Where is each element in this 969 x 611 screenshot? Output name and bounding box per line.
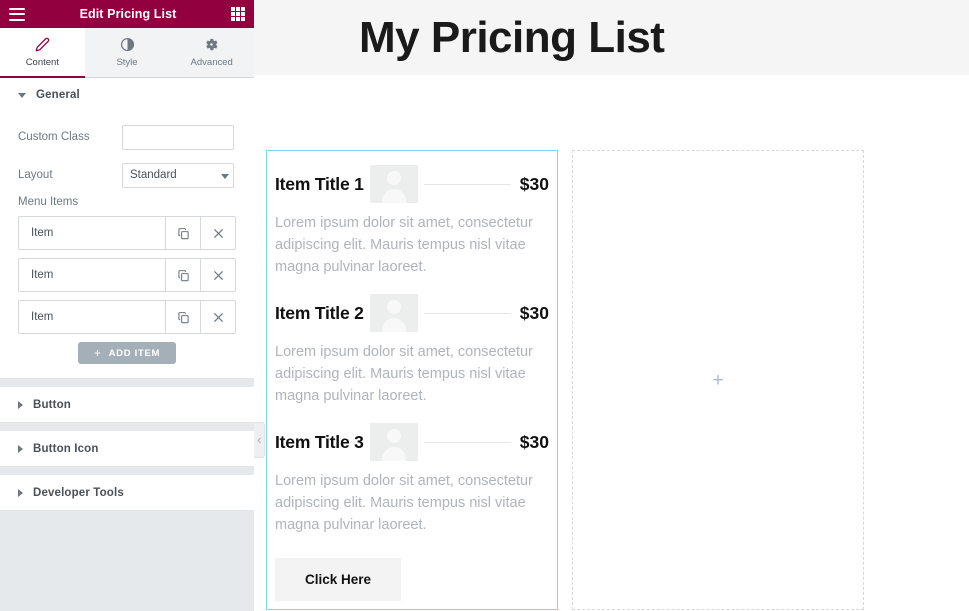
tab-style[interactable]: Style xyxy=(85,28,170,77)
section-developer-tools: Developer Tools xyxy=(0,475,254,511)
repeater-item-title[interactable]: Item xyxy=(19,259,165,291)
tab-content-label: Content xyxy=(25,57,59,68)
panel-collapse-handle[interactable] xyxy=(254,422,265,458)
empty-column[interactable]: + xyxy=(572,150,864,611)
pricing-item-title: Item Title 2 xyxy=(275,302,364,323)
pricing-item-price: $30 xyxy=(519,431,549,452)
repeater-item-2[interactable]: Item xyxy=(18,258,236,292)
panel-content-scroll[interactable]: General Custom Class Layout Standard Men… xyxy=(0,78,254,611)
chevron-right-icon xyxy=(18,400,23,409)
canvas-topbar: My Pricing List xyxy=(254,0,969,75)
repeater-item-title[interactable]: Item xyxy=(19,301,165,333)
price-separator xyxy=(423,441,511,443)
close-icon[interactable] xyxy=(200,217,235,249)
click-here-button[interactable]: Click Here xyxy=(275,558,402,602)
section-general: General Custom Class Layout Standard Men… xyxy=(0,78,254,379)
preview-canvas: My Pricing List Item Title 1 $30 Lorem i… xyxy=(254,0,969,611)
menu-items-label: Menu Items xyxy=(18,196,79,208)
tab-advanced-label: Advanced xyxy=(190,57,233,68)
page-title: My Pricing List xyxy=(359,12,665,62)
chevron-right-icon xyxy=(18,488,23,497)
duplicate-icon[interactable] xyxy=(165,217,200,249)
pricing-item-description: Lorem ipsum dolor sit amet, consectetur … xyxy=(275,344,533,405)
plus-icon: + xyxy=(93,346,102,360)
repeater-item-title[interactable]: Item xyxy=(19,217,165,249)
pricing-item-description: Lorem ipsum dolor sit amet, consectetur … xyxy=(275,473,533,534)
placeholder-avatar-image xyxy=(369,423,418,462)
tab-advanced[interactable]: Advanced xyxy=(169,28,254,77)
canvas-body: Item Title 1 $30 Lorem ipsum dolor sit a… xyxy=(254,75,969,611)
pricing-item-header: Item Title 2 $30 xyxy=(275,294,549,333)
custom-class-input[interactable] xyxy=(122,124,234,150)
tab-style-label: Style xyxy=(116,57,138,68)
section-general-body: Custom Class Layout Standard Menu Items … xyxy=(0,112,254,378)
layout-select[interactable]: Standard xyxy=(122,162,234,188)
pricing-item-description: Lorem ipsum dolor sit amet, consectetur … xyxy=(275,215,533,276)
pricing-list-widget[interactable]: Item Title 1 $30 Lorem ipsum dolor sit a… xyxy=(266,150,558,611)
pricing-item-header: Item Title 3 $30 xyxy=(275,423,549,462)
layout-label: Layout xyxy=(18,169,53,181)
pricing-item-title: Item Title 3 xyxy=(275,431,364,452)
section-button-header[interactable]: Button xyxy=(0,387,254,422)
layout-select-value: Standard xyxy=(130,169,177,181)
section-general-label: General xyxy=(36,89,80,101)
tab-content[interactable]: Content xyxy=(0,28,85,78)
chevron-down-icon xyxy=(221,173,229,179)
panel-title: Edit Pricing List xyxy=(79,7,177,21)
chevron-right-icon xyxy=(18,444,23,453)
price-separator xyxy=(423,183,511,185)
pricing-item-price: $30 xyxy=(519,302,549,323)
price-separator xyxy=(423,312,511,314)
control-custom-class: Custom Class xyxy=(18,120,236,154)
section-general-header[interactable]: General xyxy=(0,78,254,112)
gear-icon xyxy=(204,37,219,52)
add-item-button[interactable]: + ADD ITEM xyxy=(77,342,177,364)
panel-header: Edit Pricing List xyxy=(0,0,254,28)
pricing-item-2[interactable]: Item Title 2 $30 Lorem ipsum dolor sit a… xyxy=(275,294,549,407)
close-icon[interactable] xyxy=(200,259,235,291)
editor-panel: Edit Pricing List Content Style Advanced… xyxy=(0,0,254,611)
pricing-item-price: $30 xyxy=(519,173,549,194)
contrast-icon xyxy=(120,37,135,52)
pricing-item-title: Item Title 1 xyxy=(275,173,364,194)
section-button-label: Button xyxy=(33,398,71,411)
add-widget-plus-icon[interactable]: + xyxy=(712,371,723,390)
placeholder-avatar-image xyxy=(369,165,418,203)
section-columns: Item Title 1 $30 Lorem ipsum dolor sit a… xyxy=(254,150,969,611)
hamburger-icon[interactable] xyxy=(9,7,25,21)
section-button-icon-header[interactable]: Button Icon xyxy=(0,431,254,466)
pricing-item-header: Item Title 1 $30 xyxy=(275,165,549,203)
apps-grid-icon[interactable] xyxy=(231,7,245,21)
pencil-icon xyxy=(35,37,50,52)
chevron-down-icon xyxy=(18,92,26,98)
duplicate-icon[interactable] xyxy=(165,301,200,333)
duplicate-icon[interactable] xyxy=(165,259,200,291)
section-button: Button xyxy=(0,387,254,423)
elementor-editor: Edit Pricing List Content Style Advanced… xyxy=(0,0,969,611)
add-item-label: ADD ITEM xyxy=(108,347,161,359)
pricing-item-1[interactable]: Item Title 1 $30 Lorem ipsum dolor sit a… xyxy=(275,165,549,278)
close-icon[interactable] xyxy=(200,301,235,333)
section-developer-tools-header[interactable]: Developer Tools xyxy=(0,475,254,510)
cta-wrap: Click Here xyxy=(275,558,549,602)
control-layout: Layout Standard xyxy=(18,158,236,192)
section-developer-tools-label: Developer Tools xyxy=(33,486,124,499)
section-button-icon-label: Button Icon xyxy=(33,442,99,455)
custom-class-label: Custom Class xyxy=(18,131,90,143)
placeholder-avatar-image xyxy=(369,294,418,333)
panel-tabs: Content Style Advanced xyxy=(0,28,254,78)
add-item-wrap: + ADD ITEM xyxy=(18,342,236,364)
pricing-item-3[interactable]: Item Title 3 $30 Lorem ipsum dolor sit a… xyxy=(275,423,549,536)
section-button-icon: Button Icon xyxy=(0,431,254,467)
repeater-item-3[interactable]: Item xyxy=(18,300,236,334)
chevron-left-icon xyxy=(257,437,261,443)
repeater-item-1[interactable]: Item xyxy=(18,216,236,250)
